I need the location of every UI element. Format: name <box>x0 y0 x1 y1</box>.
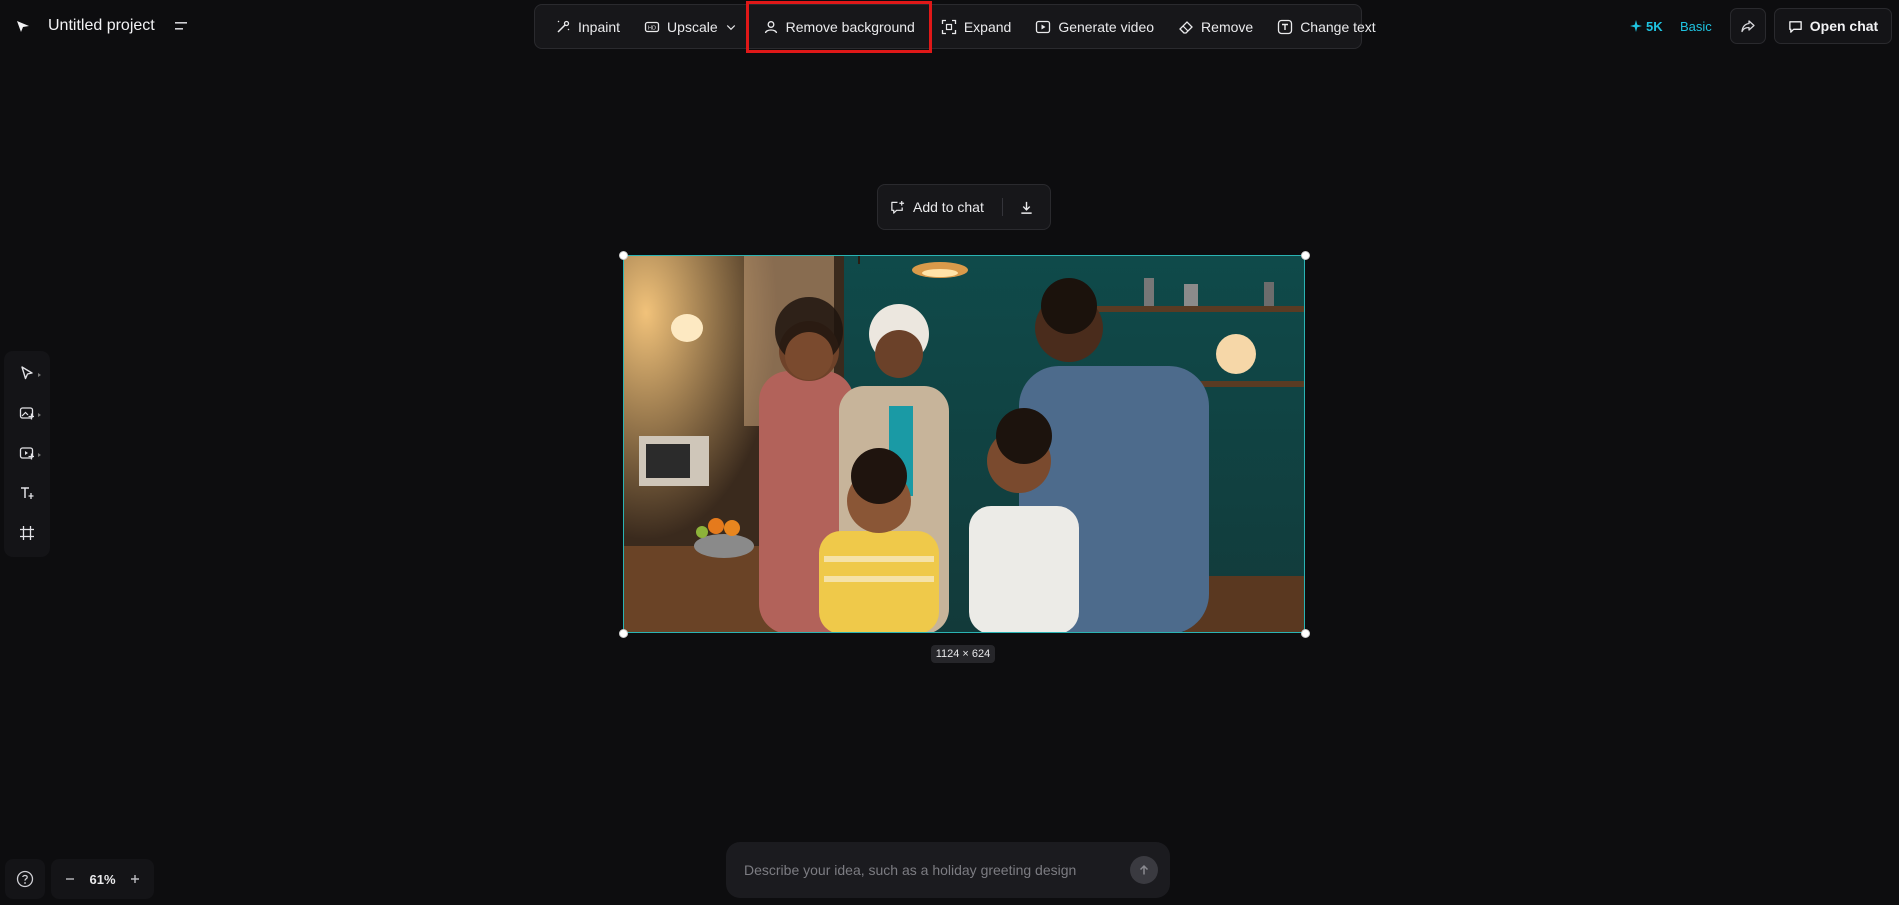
svg-text:HD: HD <box>648 25 656 31</box>
video-tool[interactable] <box>9 439 45 467</box>
app-logo-icon[interactable] <box>14 17 32 35</box>
minus-icon <box>66 878 74 880</box>
project-title[interactable]: Untitled project <box>48 17 155 35</box>
resize-handle-bottom-left[interactable] <box>619 629 628 638</box>
expand-icon <box>941 19 956 34</box>
upscale-button[interactable]: HD Upscale <box>632 9 749 45</box>
text-tool[interactable] <box>9 479 45 507</box>
download-button[interactable] <box>1017 197 1037 217</box>
plus-icon <box>131 875 139 883</box>
credits-indicator[interactable]: 5K <box>1630 14 1663 38</box>
prompt-input[interactable] <box>744 862 1130 878</box>
zoom-in-button[interactable] <box>126 870 144 888</box>
remove-background-button[interactable]: Remove background <box>745 0 932 53</box>
expand-button[interactable]: Expand <box>929 9 1023 45</box>
zoom-out-button[interactable] <box>61 870 79 888</box>
pointer-icon <box>21 366 33 380</box>
expand-label: Expand <box>963 18 1012 35</box>
change-text-label: Change text <box>1300 18 1376 35</box>
add-to-chat-label: Add to chat <box>913 199 984 215</box>
resize-handle-top-left[interactable] <box>619 251 628 260</box>
family-kitchen-photo <box>624 256 1304 632</box>
question-circle-icon <box>16 870 34 888</box>
inpaint-label: Inpaint <box>578 18 621 35</box>
open-chat-button[interactable]: Open chat <box>1774 8 1892 44</box>
edit-toolbar: Inpaint HD Upscale Remove background Exp… <box>534 0 1376 53</box>
chevron-down-icon <box>726 24 735 30</box>
upscale-label: Upscale <box>667 18 718 35</box>
generate-video-button[interactable]: Generate video <box>1023 9 1166 45</box>
person-cutout-icon <box>764 20 777 33</box>
project-header: Untitled project <box>14 12 193 40</box>
arrow-up-icon <box>1139 864 1149 875</box>
zoom-control: 61% <box>51 859 154 899</box>
divider <box>1001 198 1003 216</box>
resize-handle-top-right[interactable] <box>1301 251 1310 260</box>
remove-button[interactable]: Remove <box>1166 9 1265 45</box>
select-tool[interactable] <box>9 359 45 387</box>
sparkle-icon <box>1630 20 1642 32</box>
frame-tool[interactable] <box>9 519 45 547</box>
image-tool[interactable] <box>9 399 45 427</box>
add-to-chat-button[interactable]: Add to chat <box>890 191 984 223</box>
crop-frame-icon <box>20 526 34 540</box>
play-icon <box>1036 20 1051 33</box>
left-tool-panel <box>4 351 50 557</box>
zoom-level: 61% <box>89 871 116 887</box>
share-arrow-icon <box>1741 20 1755 33</box>
generate-video-label: Generate video <box>1058 18 1155 35</box>
chat-bubble-icon <box>1788 20 1802 33</box>
open-chat-label: Open chat <box>1809 18 1879 34</box>
text-tool-icon <box>21 487 34 499</box>
image-action-bar: Add to chat <box>877 184 1051 230</box>
send-button[interactable] <box>1130 856 1158 884</box>
magic-wand-icon <box>557 20 570 33</box>
submenu-caret-icon <box>38 373 41 377</box>
video-add-icon <box>19 447 34 460</box>
eraser-icon <box>1179 20 1193 34</box>
hd-icon: HD <box>644 21 660 32</box>
remove-label: Remove <box>1201 18 1254 35</box>
menu-lines-icon[interactable] <box>171 15 193 37</box>
inpaint-button[interactable]: Inpaint <box>543 9 632 45</box>
credits-count: 5K <box>1646 18 1663 34</box>
submenu-caret-icon <box>38 413 41 417</box>
download-icon <box>1021 201 1032 214</box>
remove-background-label: Remove background <box>785 18 915 35</box>
canvas-image[interactable] <box>623 255 1305 633</box>
plan-badge[interactable]: Basic <box>1680 14 1712 38</box>
submenu-caret-icon <box>38 453 41 457</box>
help-button[interactable] <box>5 859 45 899</box>
share-button[interactable] <box>1730 8 1766 44</box>
image-size-badge: 1124 × 624 <box>931 645 995 663</box>
text-box-icon <box>1278 19 1293 34</box>
prompt-bar <box>726 842 1170 898</box>
resize-handle-bottom-right[interactable] <box>1301 629 1310 638</box>
image-add-icon <box>19 407 34 420</box>
chat-add-icon <box>891 200 905 214</box>
change-text-button[interactable]: Change text <box>1265 9 1388 45</box>
